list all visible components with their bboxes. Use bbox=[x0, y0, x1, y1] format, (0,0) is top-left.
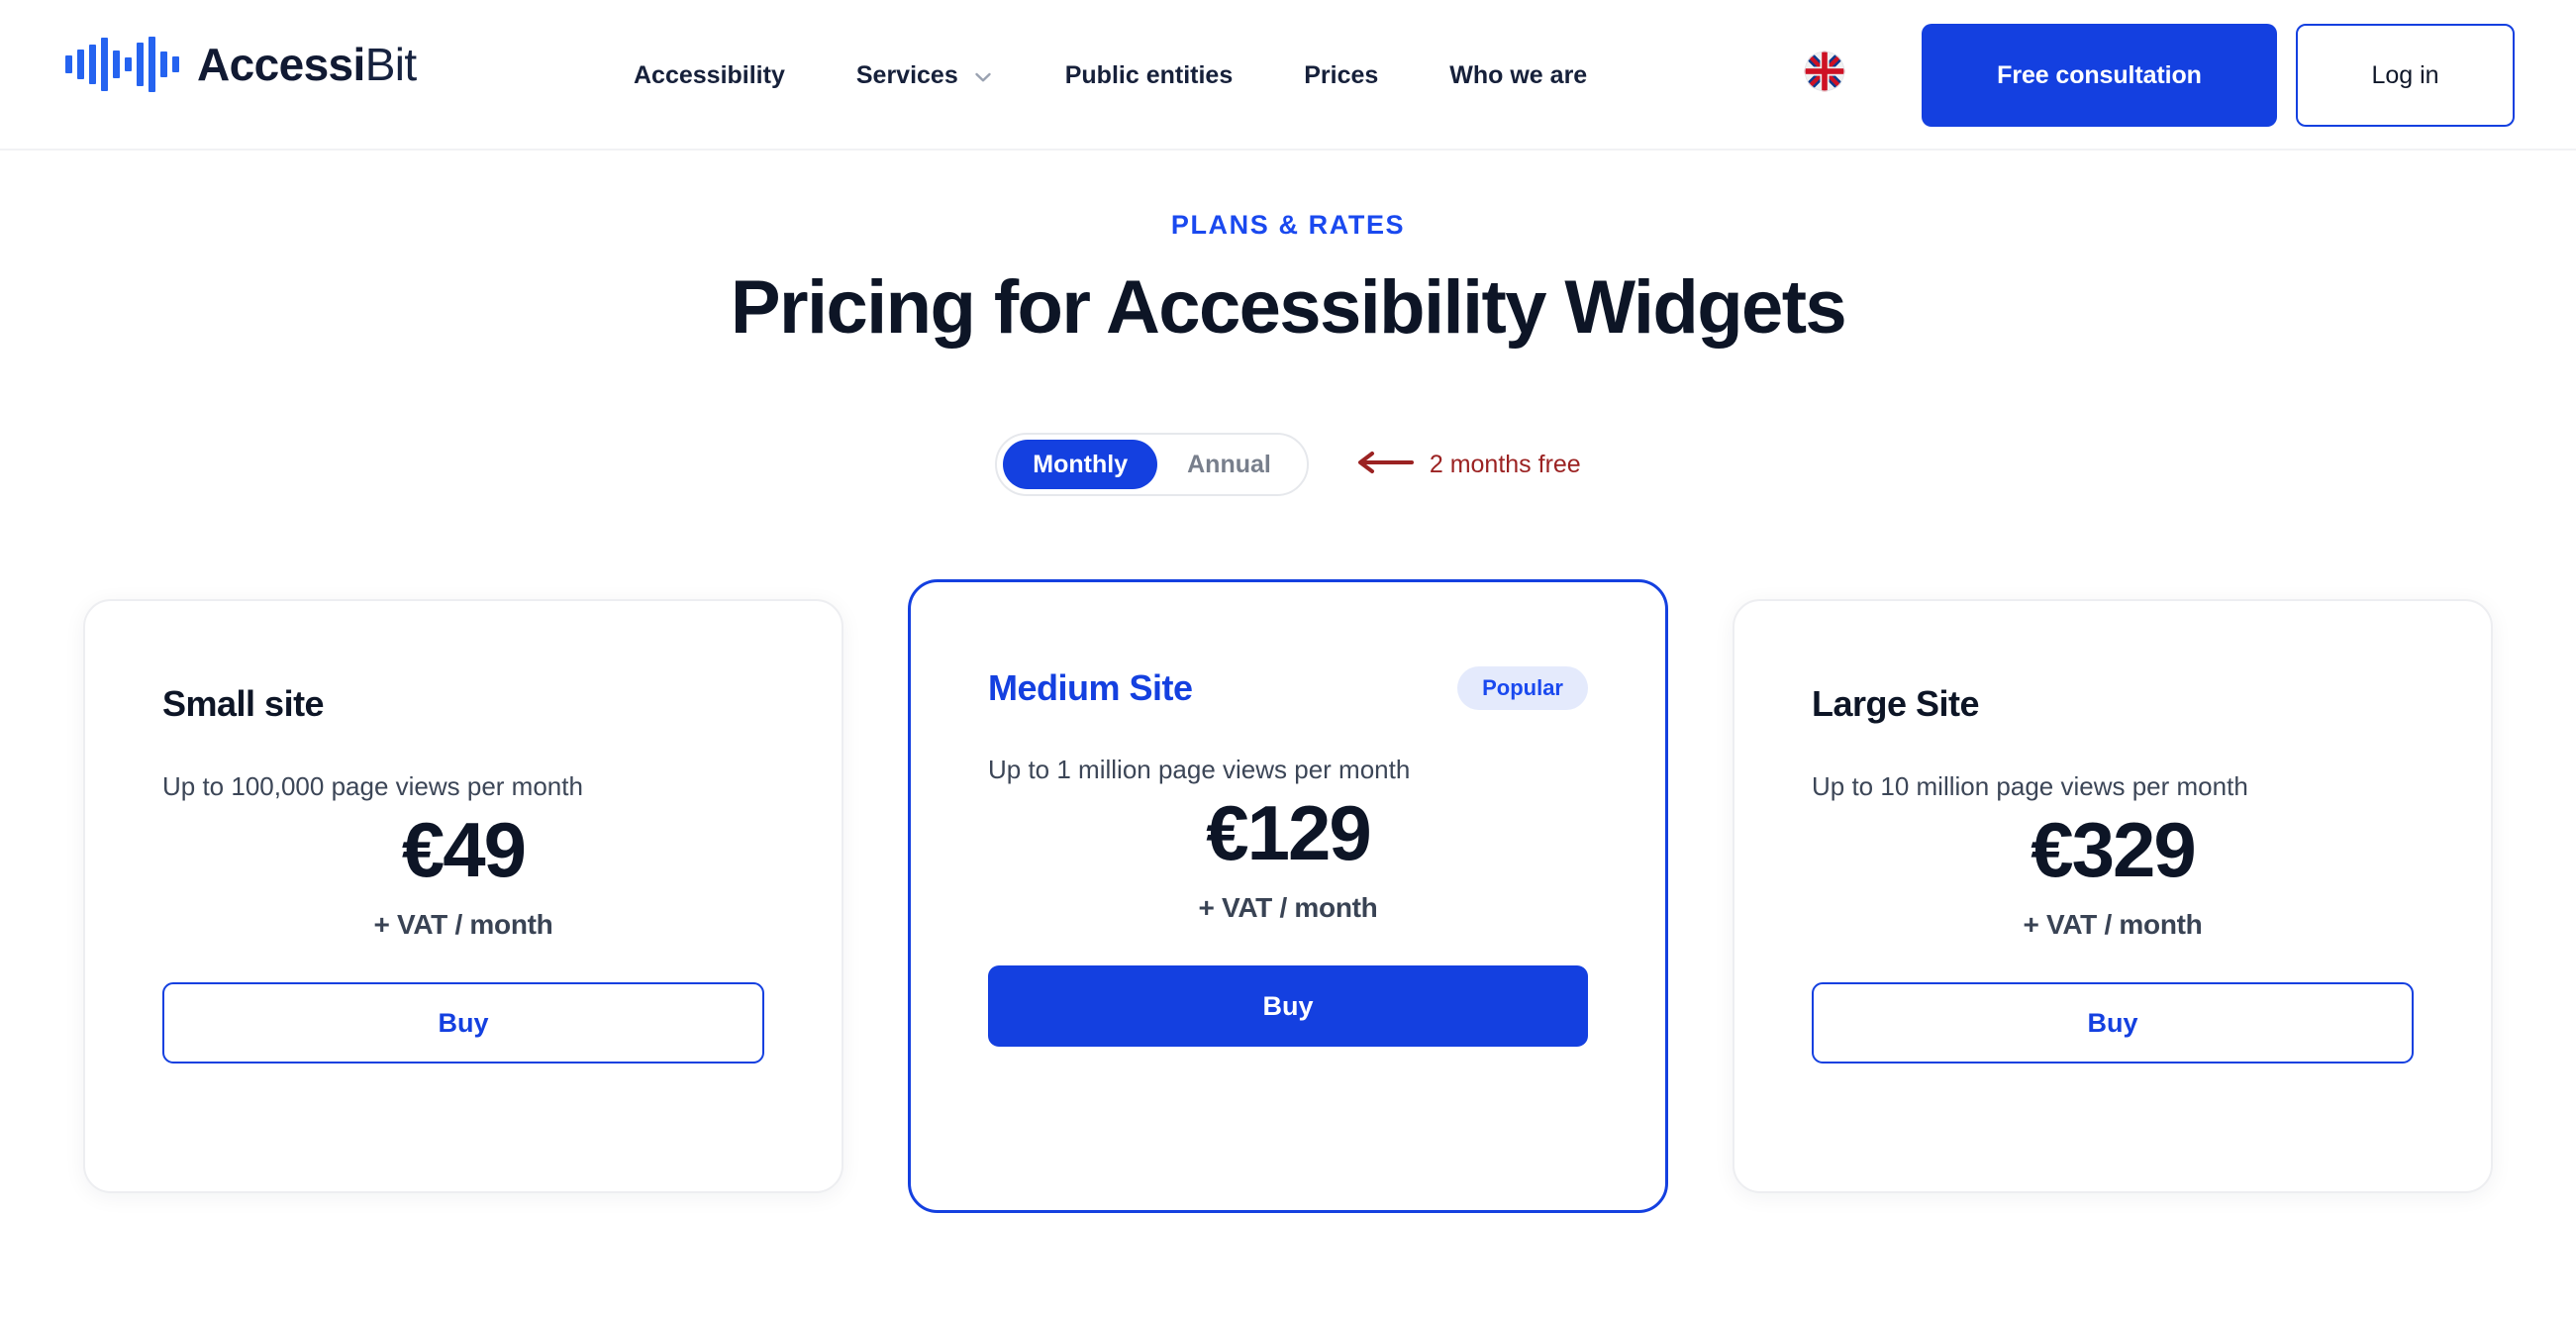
buy-button-small[interactable]: Buy bbox=[162, 982, 764, 1064]
billing-option-annual[interactable]: Annual bbox=[1157, 440, 1301, 489]
pricing-card-large[interactable]: Large Site Up to 10 million page views p… bbox=[1733, 599, 2493, 1193]
nav-item-accessibility[interactable]: Accessibility bbox=[634, 51, 785, 100]
billing-toggle-row: Monthly Annual 2 months free bbox=[0, 433, 2576, 496]
plan-subtitle: Up to 10 million page views per month bbox=[1812, 771, 2248, 801]
plan-title: Small site bbox=[162, 683, 325, 724]
promo-text: 2 months free bbox=[1429, 450, 1581, 478]
nav-label: Public entities bbox=[1064, 60, 1234, 89]
pricing-cards: Small site Up to 100,000 page views per … bbox=[0, 579, 2576, 1213]
nav-label: Prices bbox=[1304, 60, 1379, 89]
nav-item-prices[interactable]: Prices bbox=[1304, 51, 1378, 100]
plan-title: Medium Site bbox=[988, 667, 1193, 708]
pricing-page: AccessiBit Accessibility Services Public… bbox=[0, 0, 2576, 1317]
plan-subtitle: Up to 1 million page views per month bbox=[988, 755, 1411, 784]
billing-option-monthly[interactable]: Monthly bbox=[1003, 440, 1158, 489]
plan-price-note: + VAT / month bbox=[2023, 909, 2203, 940]
card-header: Large Site bbox=[1812, 683, 2414, 725]
brand-name-light: Bit bbox=[364, 39, 417, 90]
plan-price: €329 bbox=[2031, 806, 2197, 893]
free-consultation-button[interactable]: Free consultation bbox=[1922, 24, 2277, 127]
nav-item-who-we-are[interactable]: Who we are bbox=[1449, 51, 1587, 100]
arrow-left-icon bbox=[1356, 450, 1414, 480]
plan-price: €49 bbox=[401, 806, 527, 893]
uk-flag-icon[interactable] bbox=[1804, 51, 1845, 92]
plan-price: €129 bbox=[1206, 789, 1372, 876]
brand-name-bold: Accessi bbox=[197, 39, 365, 90]
pricing-card-medium[interactable]: Medium Site Popular Up to 1 million page… bbox=[908, 579, 1668, 1213]
main-nav: Accessibility Services Public entities P… bbox=[634, 0, 1587, 151]
plan-price-note: + VAT / month bbox=[373, 909, 553, 940]
nav-label: Who we are bbox=[1449, 60, 1588, 89]
plan-subtitle: Up to 100,000 page views per month bbox=[162, 771, 583, 801]
billing-period-toggle[interactable]: Monthly Annual bbox=[995, 433, 1309, 496]
plan-price-note: + VAT / month bbox=[1198, 892, 1378, 923]
card-header: Medium Site Popular bbox=[988, 666, 1588, 710]
pricing-card-small[interactable]: Small site Up to 100,000 page views per … bbox=[83, 599, 843, 1193]
plan-title: Large Site bbox=[1812, 683, 1980, 724]
site-header: AccessiBit Accessibility Services Public… bbox=[0, 0, 2576, 151]
nav-item-public-entities[interactable]: Public entities bbox=[1065, 51, 1233, 100]
brand-name: AccessiBit bbox=[197, 42, 417, 87]
promo-callout: 2 months free bbox=[1356, 450, 1581, 480]
card-header: Small site bbox=[162, 683, 764, 725]
buy-button-medium[interactable]: Buy bbox=[988, 965, 1588, 1047]
nav-label: Accessibility bbox=[634, 60, 785, 89]
nav-label: Services bbox=[855, 60, 958, 89]
buy-button-large[interactable]: Buy bbox=[1812, 982, 2414, 1064]
log-in-button[interactable]: Log in bbox=[2296, 24, 2515, 127]
page-title: Pricing for Accessibility Widgets bbox=[730, 265, 1847, 350]
brand-logo[interactable]: AccessiBit bbox=[65, 32, 417, 97]
popular-badge: Popular bbox=[1457, 666, 1588, 710]
chevron-down-icon bbox=[972, 66, 994, 88]
section-eyebrow: PLANS & RATES bbox=[1170, 210, 1406, 240]
waveform-icon bbox=[65, 37, 179, 92]
nav-item-services[interactable]: Services bbox=[856, 51, 994, 100]
